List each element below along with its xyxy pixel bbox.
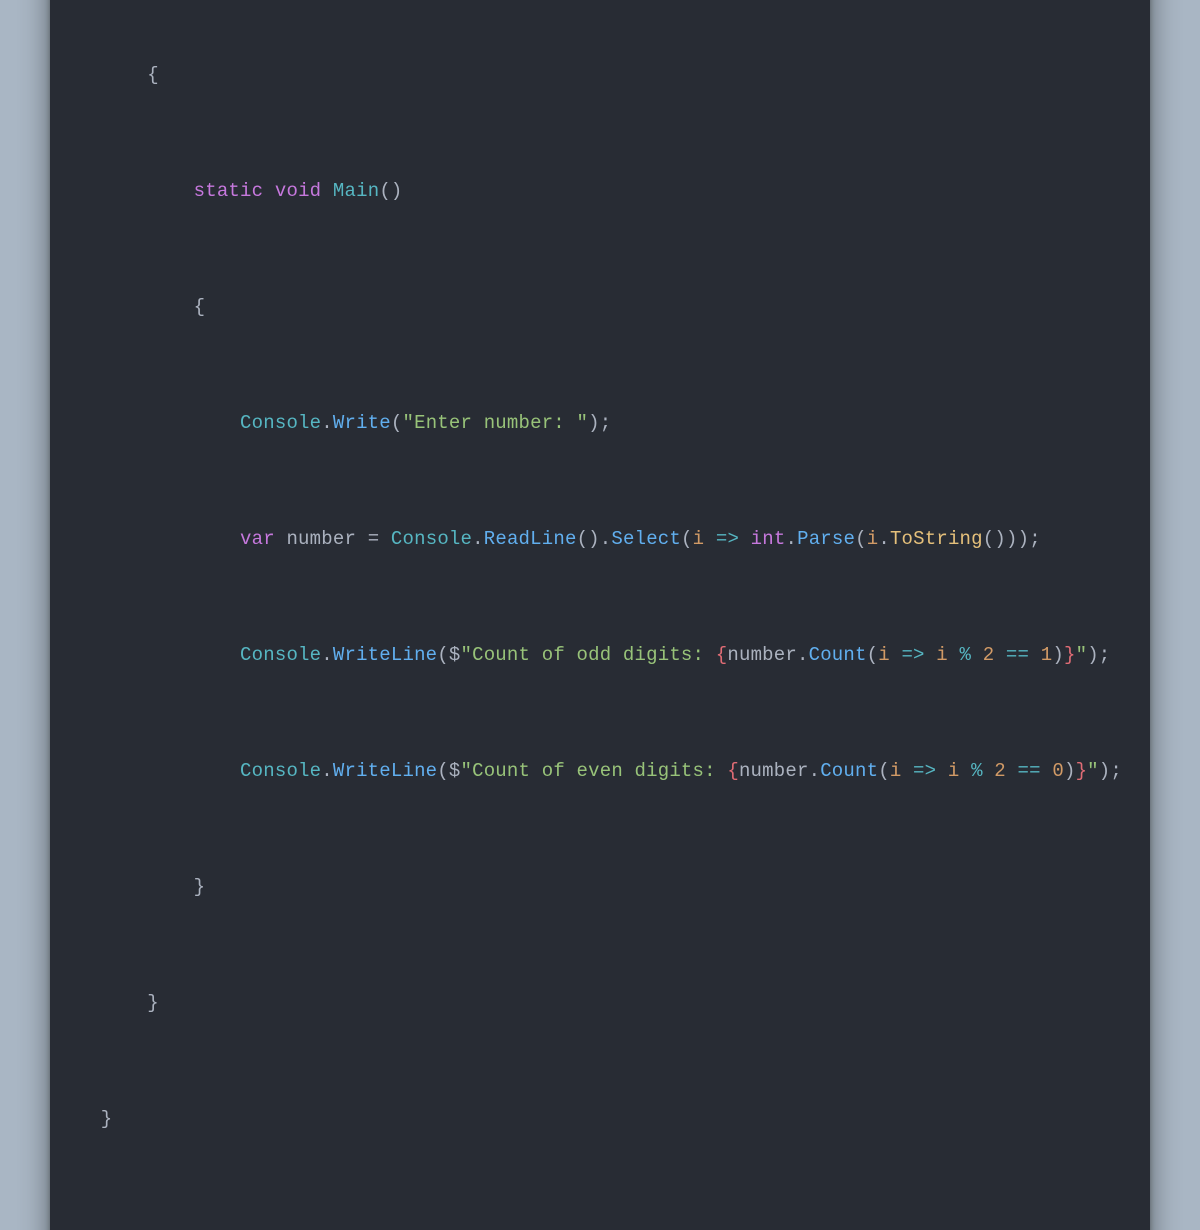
code-line[interactable]: Console.WriteLine($"Count of odd digits:… [101, 641, 1122, 670]
method-tostring: ToString [890, 528, 983, 550]
keyword-void: void [275, 180, 321, 202]
method-writeline: WriteLine [333, 644, 437, 666]
string-literal: "Count of even digits: [461, 760, 728, 782]
code-editor: 1234567891011121314151617 using System; … [50, 0, 1150, 1230]
string-literal: "Enter number: " [402, 412, 588, 434]
lambda-arrow: => [716, 528, 739, 550]
code-line[interactable]: { [101, 61, 1122, 90]
code-line[interactable]: } [101, 989, 1122, 1018]
code-line[interactable]: Console.WriteLine($"Count of even digits… [101, 757, 1122, 786]
code-line[interactable] [101, 1221, 1122, 1230]
keyword-static: static [194, 180, 264, 202]
variable-number: number [286, 528, 356, 550]
method-parse: Parse [797, 528, 855, 550]
code-area[interactable]: 1234567891011121314151617 using System; … [68, 0, 1122, 1230]
method-select: Select [611, 528, 681, 550]
keyword-int: int [751, 528, 786, 550]
method-count: Count [809, 644, 867, 666]
code-line[interactable]: Console.Write("Enter number: "); [101, 409, 1122, 438]
method-main: Main [333, 180, 379, 202]
lambda-param: i [693, 528, 705, 550]
code-line[interactable]: var number = Console.ReadLine().Select(i… [101, 525, 1122, 554]
method-write: Write [333, 412, 391, 434]
code-lines[interactable]: using System; using System.Linq; namespa… [101, 0, 1122, 1230]
identifier-console: Console [240, 412, 321, 434]
code-line[interactable]: { [101, 293, 1122, 322]
code-line[interactable]: static void Main() [101, 177, 1122, 206]
keyword-var: var [240, 528, 275, 550]
line-number-gutter: 1234567891011121314151617 [68, 0, 101, 1230]
string-literal: "Count of odd digits: [461, 644, 716, 666]
code-line[interactable]: } [101, 1105, 1122, 1134]
method-readline: ReadLine [484, 528, 577, 550]
code-line[interactable]: } [101, 873, 1122, 902]
